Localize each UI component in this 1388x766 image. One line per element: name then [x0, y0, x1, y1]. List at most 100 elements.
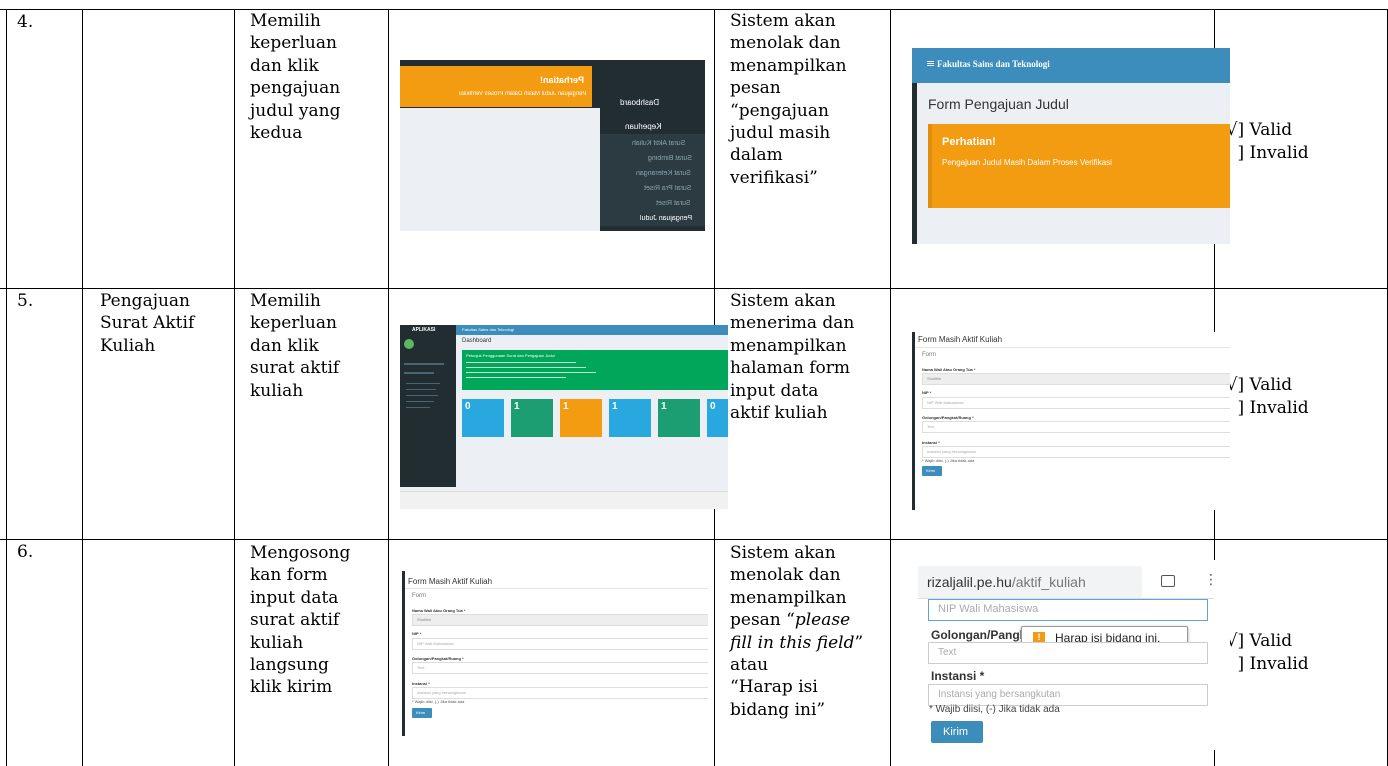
required-note: * Wajib diisi, (-) Jika tidak ada — [922, 458, 975, 463]
stat-value: 0 — [710, 401, 716, 412]
wali-input[interactable]: Sholihin — [412, 614, 708, 626]
nip-input[interactable]: NIP Wali Mahasiswa — [922, 397, 1230, 409]
status-invalid: [ ] Invalid — [1220, 654, 1309, 674]
menu-keperluan[interactable]: Keperluan — [625, 122, 661, 131]
sidebar — [400, 325, 456, 487]
form-title: Form Masih Aktif Kuliah — [408, 577, 493, 586]
col-divider — [6, 9, 7, 766]
test-steps: Memilih keperluan dan klik pengajuan jud… — [250, 11, 341, 144]
header-title: Fakultas Sains dan Teknologi — [462, 327, 514, 332]
url-bar[interactable]: rizaljalil.pe.hu/aktif_kuliah — [918, 566, 1142, 598]
submenu — [600, 134, 705, 226]
status-valid: [√] Valid — [1220, 375, 1293, 395]
overflow-menu-icon[interactable]: ⋮ — [1204, 572, 1218, 588]
wali-input[interactable]: Sholihin — [922, 373, 1230, 385]
stat-card[interactable]: 0 — [462, 399, 504, 437]
row-divider — [0, 539, 1388, 540]
nip-placeholder: NIP Wali Mahasiswa — [417, 641, 454, 646]
label-gol: Golongan/Pangkat/Ruang * — [922, 415, 974, 420]
notice-text: Pengajuan Judul Masih Dalam Proses Verif… — [458, 91, 586, 97]
stat-card[interactable]: 0 — [707, 399, 728, 437]
status-invalid: [ ] Invalid — [1220, 143, 1309, 163]
col-divider — [890, 9, 891, 766]
page-title: Form Pengajuan Judul — [928, 96, 1069, 112]
required-note: * Wajib diisi, (-) Jika tidak ada — [929, 704, 1060, 715]
instansi-placeholder: Instansi yang bersangkutan — [417, 690, 466, 695]
kirim-button[interactable]: Kirim — [412, 708, 432, 718]
label-gol: Golongan/Pangk — [931, 628, 1027, 642]
label-wali: Nama Wali Atau Orang Tua * — [922, 367, 976, 372]
hamburger-icon[interactable]: ≡ — [926, 57, 935, 70]
wali-value: Sholihin — [927, 376, 942, 381]
kirim-label: Kirim — [416, 710, 426, 715]
submenu-item[interactable]: Surat Riset — [656, 200, 691, 207]
screenshot-mobile-validation: rizaljalil.pe.hu/aktif_kuliah ⋮ NIP Wali… — [912, 560, 1230, 750]
screenshot-form-aktif-kuliah-empty: Form Masih Aktif Kuliah Form Nama Wali A… — [402, 571, 708, 736]
test-steps: Mengosong kan form input data surat akti… — [250, 543, 351, 698]
panel-title: Petunjuk Penggunaan Surat dan Pengajuan … — [466, 353, 555, 358]
nip-placeholder: NIP Wali Mahasiswa — [938, 603, 1039, 615]
gol-placeholder: Text — [927, 424, 935, 429]
screenshot-dashboard: APLIKASI Fakultas Sains dan Teknologi Da… — [400, 325, 728, 509]
label-instansi: Instansi * — [412, 681, 430, 686]
form-title: Form Masih Aktif Kuliah — [918, 335, 1003, 344]
status-invalid: [ ] Invalid — [1220, 398, 1309, 418]
brand-logo: APLIKASI — [412, 327, 436, 333]
col-divider — [82, 9, 83, 766]
row-divider — [0, 9, 1388, 10]
label-wali: Nama Wali Atau Orang Tua * — [412, 608, 466, 613]
expected-result: Sistem akan menolak dan menampilkan pesa… — [730, 11, 847, 188]
gol-input[interactable]: Text — [928, 642, 1208, 664]
stat-value: 1 — [661, 401, 667, 412]
downloads-bar — [400, 491, 728, 509]
screenshot-form-aktif-kuliah: Form Masih Aktif Kuliah Form Nama Wali A… — [912, 332, 1230, 510]
kirim-label: Kirim — [943, 726, 969, 738]
instansi-placeholder: Instansi yang bersangkutan — [938, 689, 1061, 700]
status-valid: [√] Valid — [1220, 631, 1293, 651]
test-scenario: Pengajuan Surat Aktif Kuliah — [100, 291, 195, 356]
row-number: 4. — [17, 12, 34, 32]
instansi-input[interactable]: Instansi yang bersangkutan — [922, 446, 1230, 458]
kirim-button[interactable]: Kirim — [922, 466, 942, 476]
kirim-button[interactable]: Kirim — [931, 721, 983, 743]
stat-value: 1 — [563, 401, 569, 412]
instansi-input[interactable]: Instansi yang bersangkutan — [928, 684, 1208, 706]
form-subtitle: Form — [412, 593, 426, 599]
required-note: * Wajib diisi, (-) Jika tidak ada — [412, 699, 465, 704]
notice-text: Pengajuan Judul Masih Dalam Proses Verif… — [942, 158, 1112, 167]
status-valid: [√] Valid — [1220, 120, 1293, 140]
app-header: ≡ Fakultas Sains dan Teknologi — [912, 48, 1230, 83]
stat-card[interactable]: 1 — [560, 399, 602, 437]
gol-input[interactable]: Text — [412, 662, 708, 674]
gol-input[interactable]: Text — [922, 421, 1230, 433]
row-number: 5. — [17, 291, 34, 311]
label-instansi: Instansi * — [931, 669, 985, 683]
test-steps: Memilih keperluan dan klik surat aktif k… — [250, 291, 340, 401]
submenu-item[interactable]: Surat Aktif Kuliah — [632, 140, 685, 147]
label-gol: Golongan/Pangkat/Ruang * — [412, 656, 464, 661]
submenu-item[interactable]: Surat Bimbing — [648, 155, 692, 162]
submenu-item[interactable]: Surat Keterangan — [636, 170, 691, 177]
header-title: Fakultas Sains dan Teknologi — [937, 59, 1050, 69]
label-nip: NIP * — [412, 631, 422, 636]
nip-input[interactable]: NIP Wali Mahasiswa — [412, 638, 708, 650]
kirim-label: Kirim — [926, 468, 936, 473]
menu-dashboard[interactable]: Dashboard — [620, 98, 659, 107]
stat-value: 1 — [514, 401, 520, 412]
tabs-icon[interactable] — [1161, 575, 1175, 587]
dashboard-title: Dashboard — [462, 338, 492, 344]
avatar — [404, 339, 414, 349]
nip-input[interactable]: NIP Wali Mahasiswa — [928, 599, 1208, 621]
form-subtitle: Form — [922, 352, 936, 358]
stat-card[interactable]: 1 — [658, 399, 700, 437]
instansi-input[interactable]: Instansi yang bersangkutan — [412, 687, 708, 699]
wali-value: Sholihin — [417, 617, 432, 622]
row-divider — [0, 288, 1388, 289]
submenu-item[interactable]: Surat Pra Riset — [644, 185, 691, 192]
nip-placeholder: NIP Wali Mahasiswa — [927, 400, 964, 405]
screenshot-pengajuan-judul: ≡ Fakultas Sains dan Teknologi Form Peng… — [912, 48, 1230, 244]
stat-card[interactable]: 1 — [609, 399, 651, 437]
notice-banner: Perhatian! Pengajuan Judul Masih Dalam P… — [400, 66, 592, 107]
submenu-item[interactable]: Pengajuan Judul — [640, 215, 692, 222]
stat-card[interactable]: 1 — [511, 399, 553, 437]
